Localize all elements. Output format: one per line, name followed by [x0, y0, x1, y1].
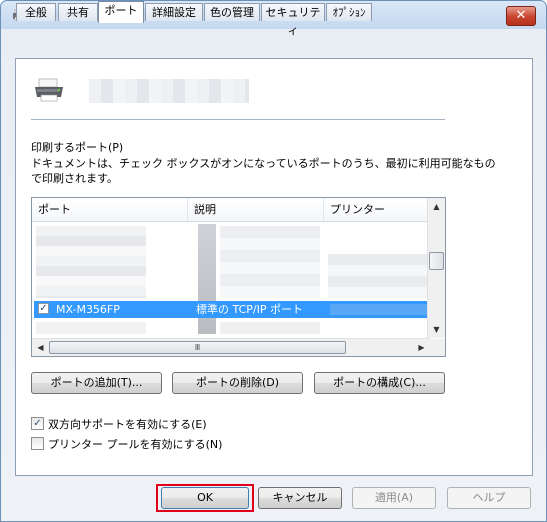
printer-properties-window: ✕ 全般 共有 ポート 詳細設定 色の管理 セキュリティ ｵﾌﾟｼｮﾝ 印刷する… — [0, 0, 547, 522]
tab-options[interactable]: ｵﾌﾟｼｮﾝ — [326, 3, 372, 21]
help-button[interactable]: ヘルプ — [447, 487, 531, 509]
ports-description-line2: で印刷されます。 — [31, 172, 118, 185]
vertical-scroll-thumb[interactable] — [429, 252, 444, 270]
tab-advanced[interactable]: 詳細設定 — [145, 3, 203, 21]
port-row-selected[interactable]: ✓ MX-M356FP 標準の TCP/IP ポート — [34, 301, 430, 318]
port-list[interactable]: ポート 説明 プリンター ✓ MX-M356FP 標準の TCP/IP ポート … — [31, 197, 446, 357]
port-row-description: 標準の TCP/IP ポート — [196, 303, 303, 316]
bidirectional-label[interactable]: 双方向サポートを有効にする(E) — [48, 416, 207, 432]
port-row-checkbox[interactable]: ✓ — [38, 303, 49, 314]
scroll-up-icon[interactable]: ▲ — [428, 198, 445, 215]
column-header-description[interactable]: 説明 — [188, 198, 324, 222]
ok-highlight-box — [156, 484, 254, 512]
horizontal-scrollbar[interactable]: ◀ Ⅲ ▶ — [32, 338, 430, 356]
blurred-row-bottom-desc — [220, 322, 320, 334]
blurred-row-bottom — [36, 322, 146, 334]
scroll-down-icon[interactable]: ▼ — [428, 321, 445, 338]
blurred-rows-port — [36, 226, 146, 298]
tab-color-management[interactable]: 色の管理 — [204, 3, 260, 21]
tab-security[interactable]: セキュリティ — [261, 3, 325, 37]
tab-general[interactable]: 全般 — [16, 3, 56, 21]
port-row-printer-blurred — [330, 304, 430, 315]
scroll-corner — [428, 339, 445, 356]
blurred-rows-printer — [328, 254, 428, 298]
close-button[interactable]: ✕ — [506, 6, 536, 26]
pooling-label[interactable]: プリンター プールを有効にする(N) — [48, 436, 222, 452]
column-header-port[interactable]: ポート — [32, 198, 188, 222]
scroll-left-icon[interactable]: ◀ — [32, 339, 49, 356]
vertical-scrollbar[interactable]: ▲ ▼ — [427, 198, 445, 338]
tab-sharing[interactable]: 共有 — [58, 3, 98, 21]
bidirectional-checkbox[interactable]: ✓ — [31, 417, 44, 430]
blurred-rows-description — [220, 226, 320, 298]
printer-icon — [35, 78, 63, 102]
pooling-checkbox[interactable] — [31, 437, 44, 450]
ports-description-line1: ドキュメントは、チェック ボックスがオンになっているポートのうち、最初に利用可能… — [31, 157, 496, 170]
separator — [31, 119, 445, 120]
apply-button[interactable]: 適用(A) — [352, 487, 436, 509]
port-row-port: MX-M356FP — [56, 303, 120, 316]
ports-heading: 印刷するポート(P) — [31, 141, 124, 154]
cancel-button[interactable]: キャンセル — [258, 487, 342, 509]
column-header-printer[interactable]: プリンター — [324, 198, 430, 222]
tab-ports[interactable]: ポート — [98, 1, 144, 23]
delete-port-button[interactable]: ポートの削除(D) — [172, 372, 303, 394]
printer-name-blurred — [89, 79, 249, 103]
add-port-button[interactable]: ポートの追加(T)... — [31, 372, 162, 394]
configure-port-button[interactable]: ポートの構成(C)... — [314, 372, 445, 394]
horizontal-scroll-thumb[interactable]: Ⅲ — [49, 341, 346, 354]
